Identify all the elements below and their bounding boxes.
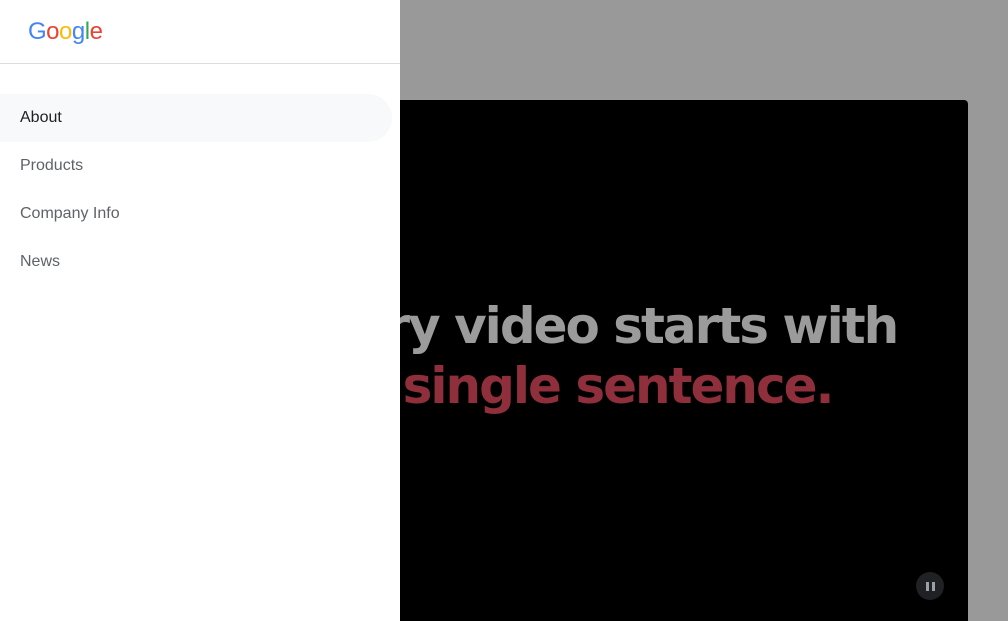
nav-item-news[interactable]: News <box>0 238 392 286</box>
logo-letter: G <box>28 17 47 45</box>
logo-letter: g <box>71 17 85 45</box>
google-logo[interactable]: Google <box>28 17 103 45</box>
drawer-header: Google <box>0 0 400 64</box>
logo-letter: e <box>89 17 103 45</box>
logo-letter: o <box>46 17 60 45</box>
nav-list: About Products Company Info News <box>0 94 400 286</box>
pause-icon <box>925 581 935 591</box>
logo-letter: o <box>59 17 72 45</box>
nav-item-about[interactable]: About <box>0 94 392 142</box>
nav-item-products[interactable]: Products <box>0 142 392 190</box>
nav-item-company-info[interactable]: Company Info <box>0 190 392 238</box>
pause-button[interactable] <box>916 572 944 600</box>
side-navigation-drawer: Google About Products Company Info News <box>0 0 400 621</box>
